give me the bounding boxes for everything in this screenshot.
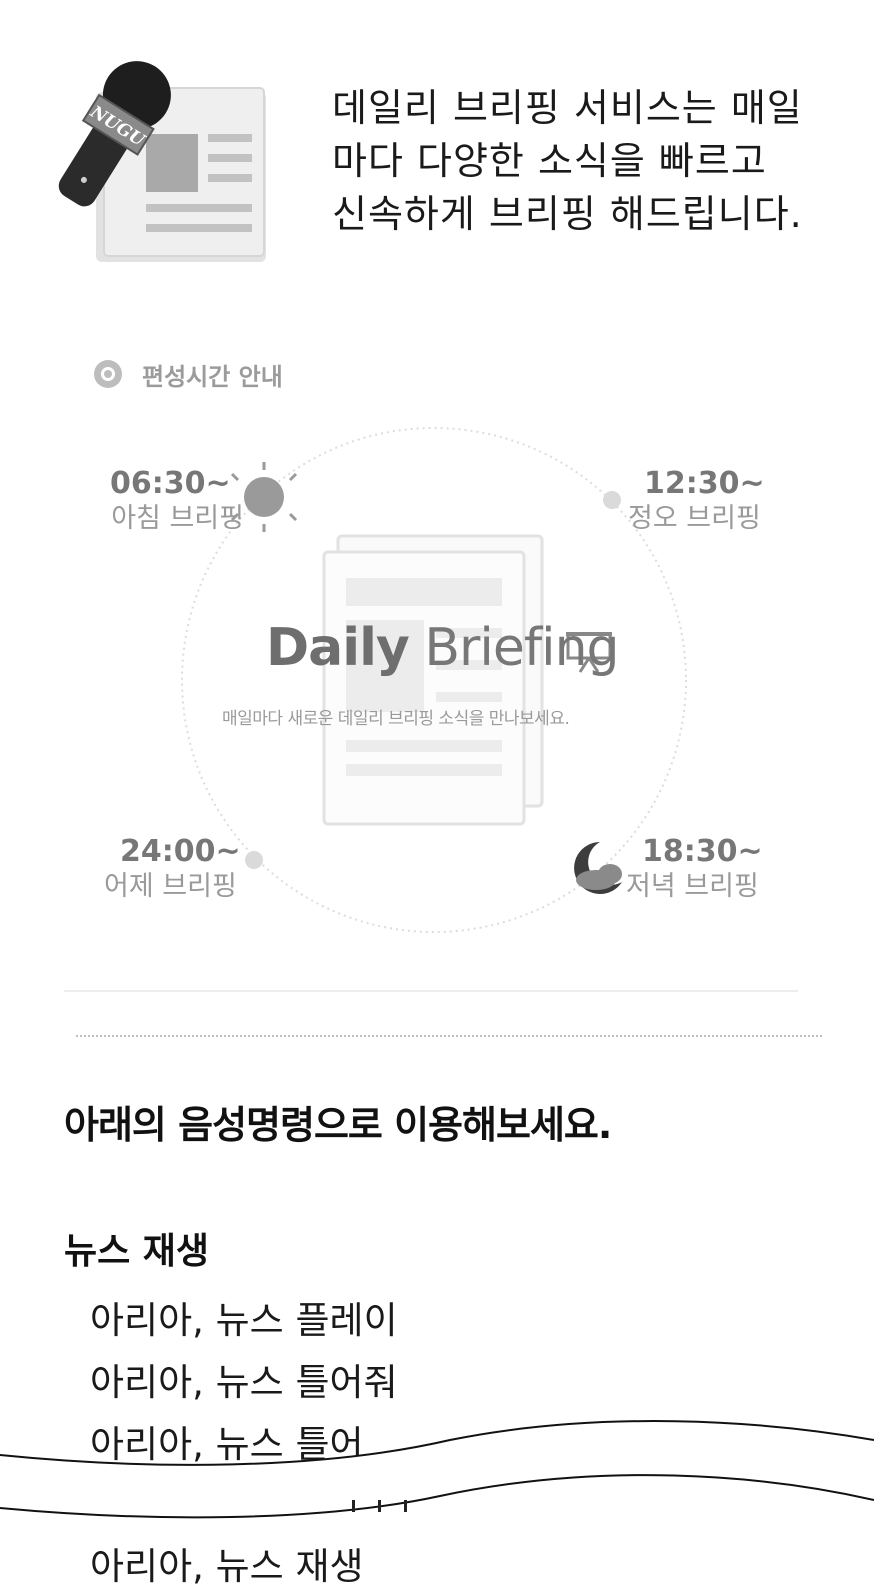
newspaper-microphone-icon: NUGU — [58, 61, 266, 262]
brand-subtitle: 매일마다 새로운 데일리 브리핑 소식을 만나보세요. — [222, 709, 570, 729]
command-item: 아리아, 뉴스 플레이 — [90, 1299, 398, 1342]
brand-bold: Daily — [266, 618, 410, 678]
slot-evening: 18:30~ 저녁 브리핑 — [626, 834, 763, 904]
schedule-header: 편성시간 안내 — [94, 356, 283, 392]
commands-heading: 아래의 음성명령으로 이용해보세요. — [64, 1103, 612, 1147]
slot-label: 아침 브리핑 — [111, 503, 244, 534]
slot-time: 06:30~ — [110, 466, 231, 501]
page-tear — [0, 1420, 874, 1519]
bullet-icon — [94, 360, 122, 388]
brand-light: Briefing — [424, 618, 619, 678]
slot-label: 저녁 브리핑 — [626, 871, 759, 902]
schedule-header-label: 편성시간 안내 — [142, 362, 283, 391]
slot-morning: 06:30~ 아침 브리핑 — [110, 466, 244, 536]
divider — [64, 990, 798, 992]
intro-line: 마다 다양한 소식을 빠르고 — [332, 139, 767, 183]
slot-yesterday: 24:00~ 어제 브리핑 — [104, 834, 241, 904]
command-group-title: 뉴스 재생 — [64, 1231, 210, 1272]
dotted-divider — [76, 1035, 822, 1037]
slot-time: 12:30~ — [644, 466, 765, 501]
slot-label: 정오 브리핑 — [628, 503, 761, 534]
daily-briefing-logo: Daily Briefing — [266, 618, 620, 678]
intro-line: 데일리 브리핑 서비스는 매일 — [332, 86, 803, 130]
slot-label: 어제 브리핑 — [104, 871, 237, 902]
slot-time: 24:00~ — [120, 834, 241, 869]
intro-description: 데일리 브리핑 서비스는 매일 마다 다양한 소식을 빠르고 신속하게 브리핑 … — [332, 82, 852, 241]
intro-line: 신속하게 브리핑 해드립니다. — [332, 192, 803, 236]
moon-cloud-icon — [574, 842, 622, 894]
slot-time: 18:30~ — [642, 834, 763, 869]
command-item: 아리아, 뉴스 틀어줘 — [90, 1361, 398, 1404]
slot-noon: 12:30~ 정오 브리핑 — [628, 466, 765, 536]
